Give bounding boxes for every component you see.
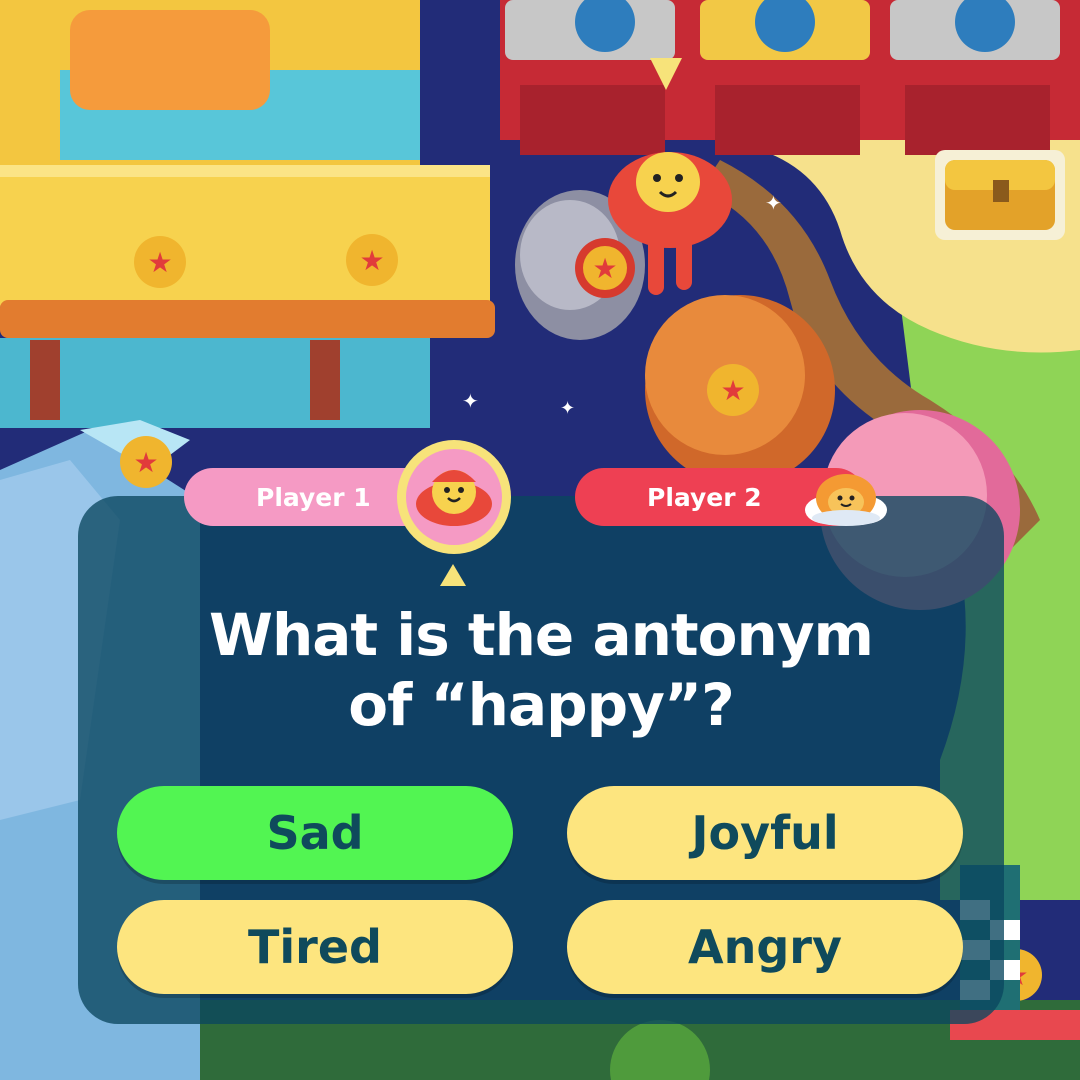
player-2-avatar <box>797 460 895 528</box>
answer-button-tired[interactable]: Tired <box>117 900 513 994</box>
treasure-chest-icon <box>935 150 1065 240</box>
player-1-avatar-face-icon <box>406 449 502 545</box>
star-coin-icon: ★ <box>346 234 398 286</box>
player-1-label: Player 1 <box>256 482 371 512</box>
svg-text:★: ★ <box>133 446 158 479</box>
player-1-avatar <box>397 440 511 554</box>
player-2-label: Player 2 <box>647 482 762 512</box>
question-line-1: What is the antonym <box>208 601 874 669</box>
answer-button-joyful[interactable]: Joyful <box>567 786 963 880</box>
question-text: What is the antonym of “happy”? <box>120 600 962 740</box>
svg-text:✦: ✦ <box>462 389 479 413</box>
pointer-arrow-icon <box>440 564 466 586</box>
answer-button-angry[interactable]: Angry <box>567 900 963 994</box>
svg-text:★: ★ <box>359 244 384 277</box>
star-coin-icon: ★ <box>575 238 635 298</box>
star-coin-icon: ★ <box>707 364 759 416</box>
svg-text:★: ★ <box>592 252 617 285</box>
question-line-2: of “happy”? <box>348 671 734 739</box>
svg-text:★: ★ <box>147 246 172 279</box>
svg-text:✦: ✦ <box>560 398 575 419</box>
answer-button-sad[interactable]: Sad <box>117 786 513 880</box>
star-coin-icon: ★ <box>120 436 172 488</box>
svg-text:✦: ✦ <box>765 191 782 215</box>
svg-text:★: ★ <box>720 374 745 407</box>
star-coin-icon: ★ <box>134 236 186 288</box>
